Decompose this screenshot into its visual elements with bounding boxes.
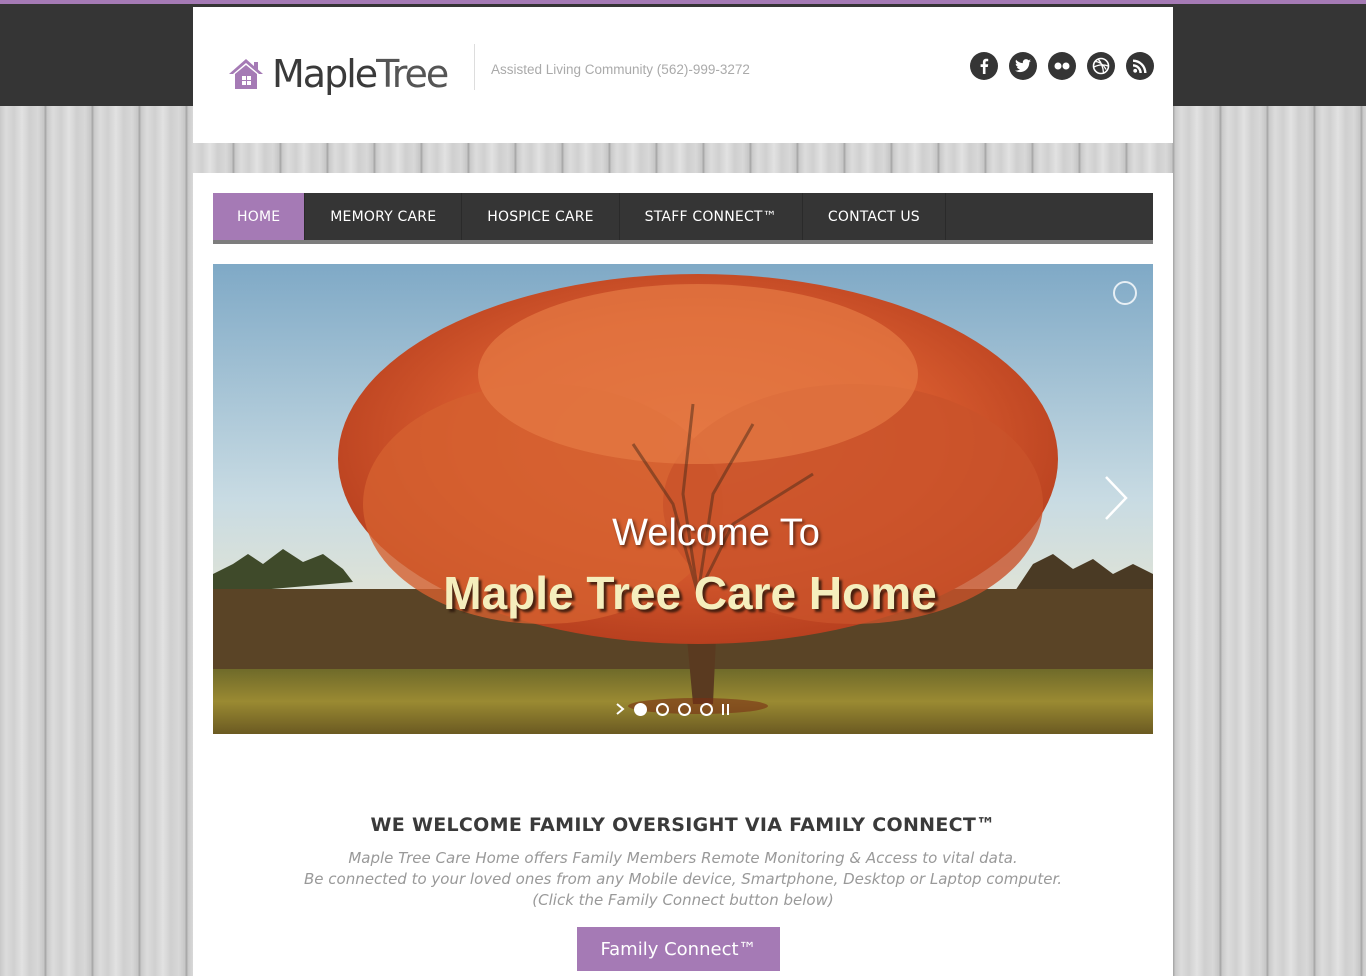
slider-dot-1[interactable] xyxy=(634,702,647,716)
logo-text: MapleTree xyxy=(272,52,449,96)
nav-memory-care[interactable]: MEMORY CARE xyxy=(305,193,463,240)
main-content: HOME MEMORY CARE HOSPICE CARE STAFF CONN… xyxy=(193,173,1173,976)
hero-slider: Welcome To Maple Tree Care Home xyxy=(213,264,1153,734)
slide-welcome-text: Welcome To xyxy=(612,512,820,554)
twitter-icon[interactable] xyxy=(1009,52,1037,80)
flickr-icon[interactable] xyxy=(1048,52,1076,80)
slider-dot-3[interactable] xyxy=(678,702,691,716)
family-connect-heading: WE WELCOME FAMILY OVERSIGHT VIA FAMILY C… xyxy=(370,814,996,836)
logo-text-light: Tree xyxy=(376,52,449,96)
pause-icon[interactable] xyxy=(722,703,729,715)
description-line-1: Maple Tree Care Home offers Family Membe… xyxy=(348,849,1018,867)
rss-icon[interactable] xyxy=(1126,52,1154,80)
description-line-3: (Click the Family Connect button below) xyxy=(532,891,834,909)
play-arrow-icon[interactable] xyxy=(615,702,625,716)
header-tagline: Assisted Living Community (562)-999-3272 xyxy=(491,62,750,77)
header-divider xyxy=(474,44,475,90)
nav-contact-us[interactable]: CONTACT US xyxy=(803,193,946,240)
social-links xyxy=(970,52,1154,80)
family-connect-description: Maple Tree Care Home offers Family Membe… xyxy=(193,848,1173,911)
slide-image xyxy=(213,264,1153,734)
family-connect-button[interactable]: Family Connect™ xyxy=(577,927,780,971)
slide-title: Maple Tree Care Home xyxy=(443,567,937,619)
dribbble-icon[interactable] xyxy=(1087,52,1115,80)
slider-play-pause-button[interactable] xyxy=(1113,281,1137,305)
site-logo[interactable]: MapleTree xyxy=(228,52,449,96)
slider-pagination xyxy=(615,702,729,716)
nav-hospice-care[interactable]: HOSPICE CARE xyxy=(462,193,620,240)
site-header: MapleTree Assisted Living Community (562… xyxy=(193,7,1173,143)
main-navigation: HOME MEMORY CARE HOSPICE CARE STAFF CONN… xyxy=(213,193,1153,244)
nav-home[interactable]: HOME xyxy=(213,193,306,240)
logo-text-bold: Maple xyxy=(272,52,378,96)
description-line-2: Be connected to your loved ones from any… xyxy=(303,870,1063,888)
house-icon xyxy=(229,59,263,89)
facebook-icon[interactable] xyxy=(970,52,998,80)
slider-dot-2[interactable] xyxy=(656,702,669,716)
slider-dot-4[interactable] xyxy=(700,702,713,716)
nav-staff-connect[interactable]: STAFF CONNECT™ xyxy=(620,193,803,240)
